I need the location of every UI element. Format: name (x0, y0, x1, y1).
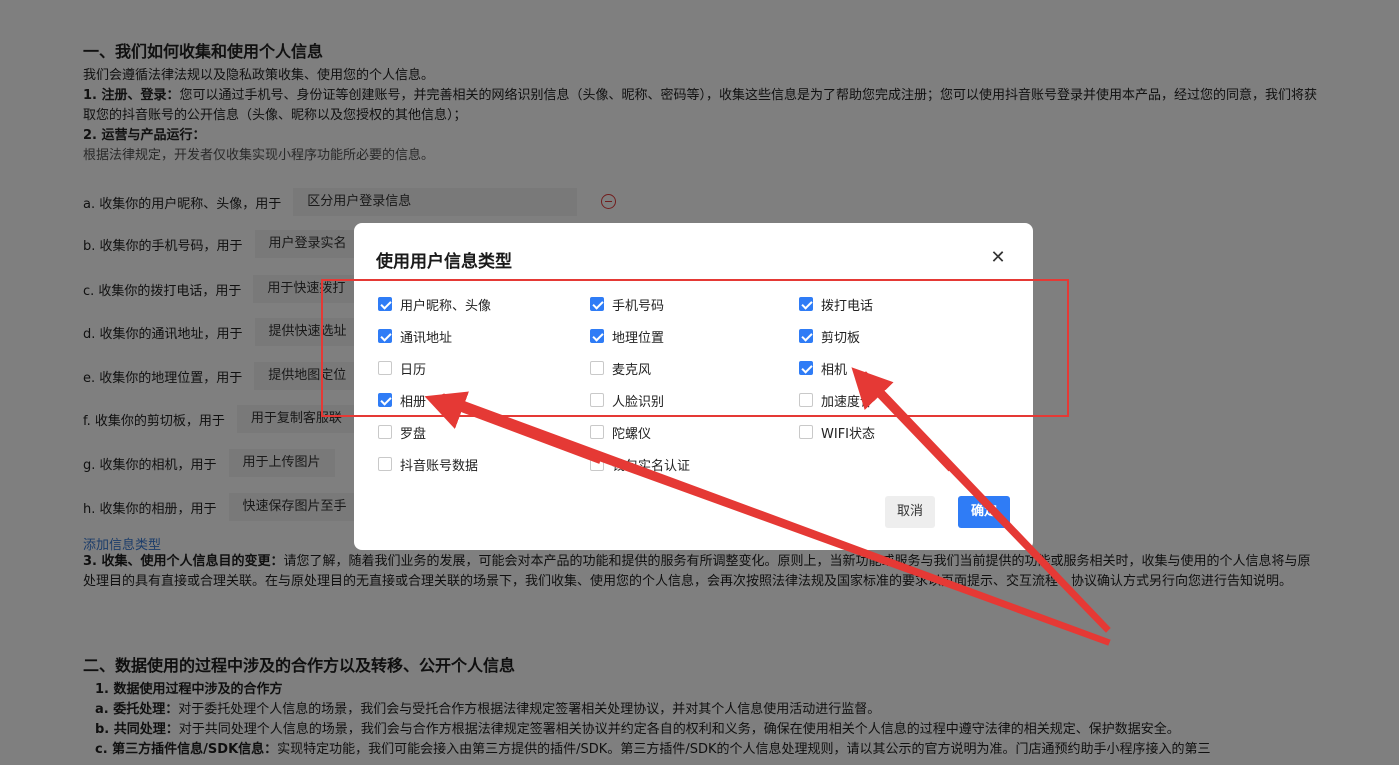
annotation-arrows (424, 367, 1111, 646)
arrow-to-album (430, 393, 1111, 646)
arrow-to-camera-head (851, 367, 952, 472)
arrow-to-album-head (424, 391, 601, 464)
